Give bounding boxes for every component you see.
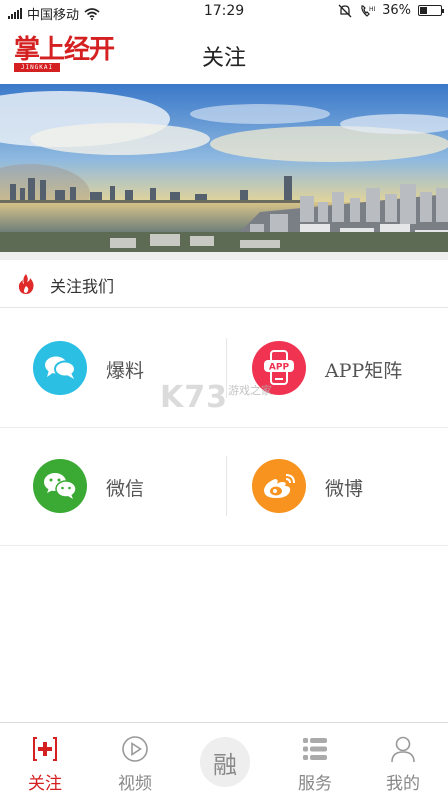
nav-label-mine: 我的 xyxy=(386,774,420,794)
baoliao-button[interactable]: 爆料 xyxy=(0,310,224,428)
wechat-icon xyxy=(33,459,87,513)
status-right: HD 36% xyxy=(338,3,444,18)
wechat-button[interactable]: 微信 xyxy=(0,428,224,546)
bottom-nav: 关注 视频 融 服务 我的 xyxy=(0,722,448,796)
svg-text:HD: HD xyxy=(369,6,375,13)
battery-icon xyxy=(418,5,444,16)
nav-item-video[interactable]: 视频 xyxy=(90,723,180,796)
center-rong-button[interactable]: 融 xyxy=(200,737,250,787)
user-icon xyxy=(391,736,415,763)
weibo-icon xyxy=(252,459,306,513)
phone-app-icon: APP xyxy=(252,341,306,395)
weibo-button[interactable]: 微博 xyxy=(224,428,448,546)
call-icon: HD xyxy=(361,4,375,17)
play-icon xyxy=(122,736,148,762)
nav-label-service: 服务 xyxy=(298,774,332,794)
nav-label-follow: 关注 xyxy=(28,774,62,794)
page-title: 关注 xyxy=(201,46,246,71)
follow-icon xyxy=(33,737,57,761)
wechat-label: 微信 xyxy=(106,478,145,500)
section-header: 关注我们 xyxy=(0,260,448,308)
grid-row: 爆料 APP APP矩阵 xyxy=(0,310,448,428)
nav-item-follow[interactable]: 关注 xyxy=(0,723,90,796)
mute-bell-icon xyxy=(338,4,352,17)
nav-item-mine[interactable]: 我的 xyxy=(358,723,448,796)
follow-grid: 爆料 APP APP矩阵 微信 微博 xyxy=(0,310,448,546)
grid-row: 微信 微博 xyxy=(0,428,448,546)
nav-label-video: 视频 xyxy=(118,774,152,794)
weibo-label: 微博 xyxy=(325,478,364,500)
nav-item-service[interactable]: 服务 xyxy=(270,723,360,796)
status-bar: 中国移动 17:29 HD 36% xyxy=(0,0,448,24)
flame-icon xyxy=(18,274,34,294)
banner-image[interactable] xyxy=(0,84,448,252)
section-title: 关注我们 xyxy=(50,277,115,296)
app-header: 掌上经开 JINGKAI 关注 xyxy=(0,24,448,84)
battery-percent: 36% xyxy=(382,3,411,18)
app-matrix-label: APP矩阵 xyxy=(325,360,403,382)
app-badge-text: APP xyxy=(269,363,290,373)
speech-bubbles-icon xyxy=(33,341,87,395)
baoliao-label: 爆料 xyxy=(106,360,145,382)
list-icon xyxy=(303,738,327,760)
city-skyline-illustration xyxy=(0,84,448,252)
section-divider xyxy=(0,252,448,260)
app-matrix-button[interactable]: APP APP矩阵 xyxy=(224,310,448,428)
